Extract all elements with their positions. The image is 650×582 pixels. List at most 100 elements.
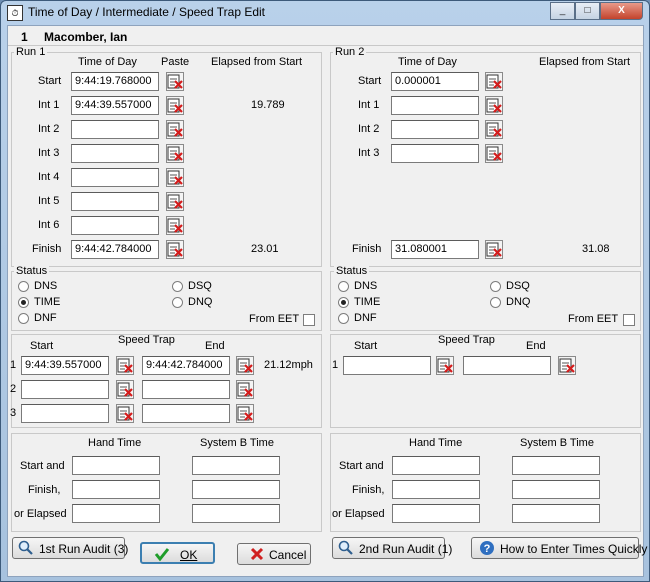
run1-sysb-finish-input[interactable] bbox=[192, 480, 280, 499]
run1-dnf-radio[interactable] bbox=[18, 313, 29, 324]
paste-icon[interactable] bbox=[166, 240, 184, 259]
run1-tod-input[interactable] bbox=[71, 144, 159, 163]
run1-speed-end-input[interactable] bbox=[142, 404, 230, 423]
paste-icon[interactable] bbox=[166, 144, 184, 163]
run1-audit-button[interactable]: 1st Run Audit (3) bbox=[12, 537, 129, 559]
paste-icon[interactable] bbox=[436, 356, 454, 375]
run2-tod-input[interactable]: 31.080001 bbox=[391, 240, 479, 259]
run2-sysb-elapsed-input[interactable] bbox=[512, 504, 600, 523]
run2-dnf-radio[interactable] bbox=[338, 313, 349, 324]
run1-from-eet-checkbox[interactable] bbox=[303, 314, 315, 326]
run2-speed-start-input[interactable] bbox=[343, 356, 431, 375]
run2-audit-button[interactable]: 2nd Run Audit (1) bbox=[332, 537, 452, 559]
ok-button[interactable]: OK bbox=[140, 542, 215, 564]
run1-col-elapsed: Elapsed from Start bbox=[211, 56, 303, 68]
run1-tod-input[interactable] bbox=[71, 120, 159, 139]
racer-name: Macomber, Ian bbox=[44, 30, 128, 44]
run1-sysb-elapsed-input[interactable] bbox=[192, 504, 280, 523]
checkmark-icon bbox=[154, 548, 170, 562]
run1-tod-input[interactable]: 9:44:42.784000 bbox=[71, 240, 159, 259]
stopwatch-icon: ⏱ bbox=[7, 5, 23, 21]
run2-elapsed-value: 31.08 bbox=[582, 243, 610, 255]
paste-icon[interactable] bbox=[236, 356, 254, 375]
run1-dnf-label: DNF bbox=[34, 312, 57, 324]
run1-time-radio[interactable] bbox=[18, 297, 29, 308]
paste-icon[interactable] bbox=[166, 216, 184, 235]
run2-tod-input[interactable]: 0.000001 bbox=[391, 72, 479, 91]
run1-start-and-label: Start and bbox=[20, 460, 65, 472]
help-icon: ? bbox=[480, 541, 494, 555]
paste-icon[interactable] bbox=[116, 356, 134, 375]
run1-tod-input[interactable]: 9:44:39.557000 bbox=[71, 96, 159, 115]
run1-row-label: Finish bbox=[32, 243, 62, 255]
paste-icon[interactable] bbox=[485, 96, 503, 115]
run2-dsq-radio[interactable] bbox=[490, 281, 501, 292]
run2-speed-start-label: Start bbox=[354, 340, 378, 352]
run1-tod-input[interactable] bbox=[71, 192, 159, 211]
run1-hand-elapsed-input[interactable] bbox=[72, 504, 160, 523]
run1-hand-finish-input[interactable] bbox=[72, 480, 160, 499]
run2-dns-radio[interactable] bbox=[338, 281, 349, 292]
run1-speed-start-input[interactable] bbox=[21, 404, 109, 423]
paste-icon[interactable] bbox=[166, 72, 184, 91]
run1-speed-end-input[interactable] bbox=[142, 380, 230, 399]
run1-elapsed-value: 19.789 bbox=[251, 99, 285, 111]
run2-sysb-finish-input[interactable] bbox=[512, 480, 600, 499]
run1-audit-label: 1st Run Audit (3) bbox=[39, 542, 129, 556]
paste-icon[interactable] bbox=[558, 356, 576, 375]
paste-icon[interactable] bbox=[485, 144, 503, 163]
maximize-button[interactable]: □ bbox=[575, 2, 600, 20]
run1-tod-input[interactable] bbox=[71, 168, 159, 187]
paste-icon[interactable] bbox=[236, 404, 254, 423]
paste-icon[interactable] bbox=[485, 120, 503, 139]
run1-status-legend: Status bbox=[14, 265, 50, 277]
paste-icon[interactable] bbox=[485, 72, 503, 91]
run2-legend: Run 2 bbox=[333, 46, 367, 58]
run1-row-label: Int 6 bbox=[38, 219, 60, 231]
run1-speed-start-input[interactable]: 9:44:39.557000 bbox=[21, 356, 109, 375]
paste-icon[interactable] bbox=[166, 120, 184, 139]
run1-dsq-radio[interactable] bbox=[172, 281, 183, 292]
run2-speed-title: Speed Trap bbox=[438, 334, 495, 346]
racer-number: 1 bbox=[21, 30, 28, 44]
run2-system-b-label: System B Time bbox=[520, 437, 594, 449]
paste-icon[interactable] bbox=[116, 380, 134, 399]
run1-sysb-start-input[interactable] bbox=[192, 456, 280, 475]
run2-hand-start-input[interactable] bbox=[392, 456, 480, 475]
run1-hand-start-input[interactable] bbox=[72, 456, 160, 475]
run1-row-label: Start bbox=[38, 75, 62, 87]
run2-speed-end-input[interactable] bbox=[463, 356, 551, 375]
run1-speed-end-label: End bbox=[205, 340, 225, 352]
run2-hand-elapsed-input[interactable] bbox=[392, 504, 480, 523]
run2-hand-finish-input[interactable] bbox=[392, 480, 480, 499]
run2-tod-input[interactable] bbox=[391, 96, 479, 115]
paste-icon[interactable] bbox=[116, 404, 134, 423]
paste-icon[interactable] bbox=[485, 240, 503, 259]
run1-speed-start-input[interactable] bbox=[21, 380, 109, 399]
run1-speed-end-input[interactable]: 9:44:42.784000 bbox=[142, 356, 230, 375]
run1-elapsed-value: 23.01 bbox=[251, 243, 279, 255]
paste-icon[interactable] bbox=[236, 380, 254, 399]
run2-sysb-start-input[interactable] bbox=[512, 456, 600, 475]
run1-speed-start-label: Start bbox=[30, 340, 54, 352]
run1-dns-radio[interactable] bbox=[18, 281, 29, 292]
run2-dnq-radio[interactable] bbox=[490, 297, 501, 308]
paste-icon[interactable] bbox=[166, 192, 184, 211]
run1-tod-input[interactable]: 9:44:19.768000 bbox=[71, 72, 159, 91]
run1-dnq-radio[interactable] bbox=[172, 297, 183, 308]
run1-speed-result: 21.12mph bbox=[264, 359, 313, 371]
paste-icon[interactable] bbox=[166, 168, 184, 187]
minimize-button[interactable]: _ bbox=[550, 2, 575, 20]
run2-tod-input[interactable] bbox=[391, 120, 479, 139]
run2-from-eet-checkbox[interactable] bbox=[623, 314, 635, 326]
run2-from-eet-label: From EET bbox=[568, 313, 619, 325]
run1-hand-time-label: Hand Time bbox=[88, 437, 142, 449]
run2-tod-input[interactable] bbox=[391, 144, 479, 163]
cancel-button[interactable]: Cancel bbox=[237, 543, 311, 565]
run1-tod-input[interactable] bbox=[71, 216, 159, 235]
run2-time-radio[interactable] bbox=[338, 297, 349, 308]
help-button[interactable]: ? How to Enter Times Quickly bbox=[471, 537, 647, 559]
close-button[interactable]: X bbox=[600, 2, 643, 20]
title-bar[interactable]: ⏱ Time of Day / Intermediate / Speed Tra… bbox=[1, 1, 649, 25]
paste-icon[interactable] bbox=[166, 96, 184, 115]
